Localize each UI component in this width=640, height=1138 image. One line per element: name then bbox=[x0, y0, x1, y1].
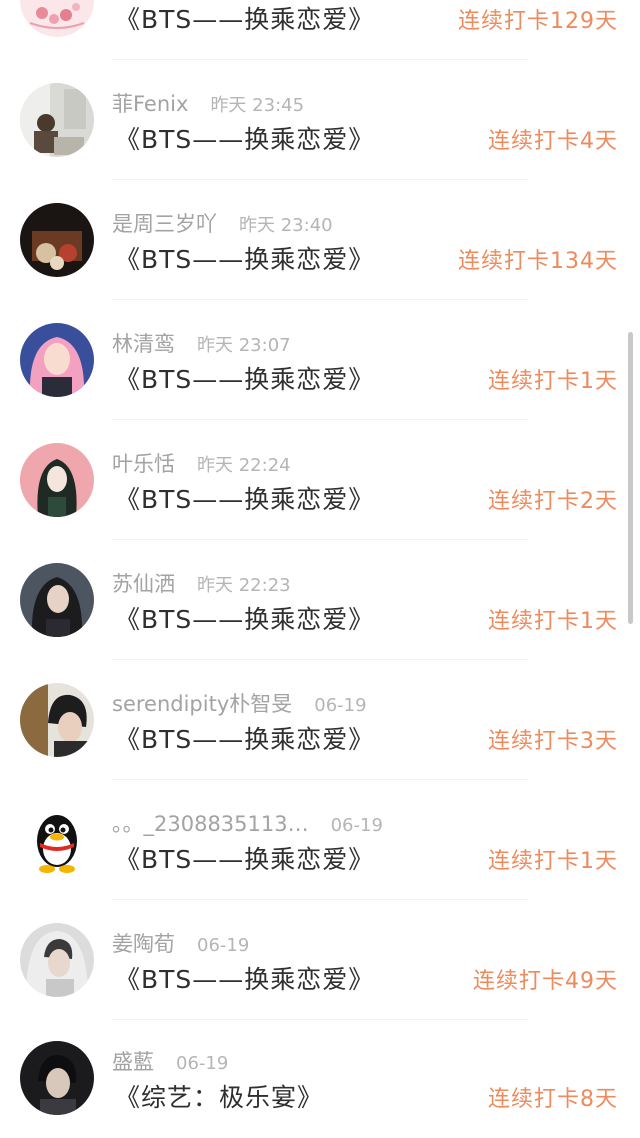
book-title[interactable]: 《综艺：极乐宴》 bbox=[115, 1080, 323, 1116]
entry-meta: 是周三岁吖 昨天 23:40 bbox=[112, 208, 333, 240]
list-item[interactable]: serendipity朴智旻 06-19 《BTS——换乘恋爱》 连续打卡3天 bbox=[0, 660, 640, 780]
streak-count: 连续打卡1天 bbox=[488, 849, 618, 874]
username[interactable]: 林清鸾 bbox=[112, 332, 175, 356]
entry-meta: 。。_2308835113… 06-19 bbox=[112, 808, 383, 840]
book-title[interactable]: 《BTS——换乘恋爱》 bbox=[115, 842, 374, 878]
anime-girl-avatar[interactable] bbox=[20, 443, 94, 517]
book-title[interactable]: 《BTS——换乘恋爱》 bbox=[115, 602, 374, 638]
username[interactable]: 是周三岁吖 bbox=[112, 212, 217, 236]
pink-hair-girl-avatar[interactable] bbox=[20, 323, 94, 397]
username[interactable]: 。。_2308835113… bbox=[112, 812, 309, 836]
timestamp: 昨天 23:40 bbox=[239, 215, 333, 236]
timestamp: 昨天 23:07 bbox=[197, 335, 291, 356]
username[interactable]: 苏仙洒 bbox=[112, 572, 175, 596]
book-title[interactable]: 《BTS——换乘恋爱》 bbox=[115, 722, 374, 758]
timestamp: 06-19 bbox=[197, 935, 250, 956]
book-title[interactable]: 《BTS——换乘恋爱》 bbox=[115, 962, 374, 998]
entry-meta: serendipity朴智旻 06-19 bbox=[112, 688, 367, 720]
young-man-avatar[interactable] bbox=[20, 683, 94, 757]
list-item[interactable]: 苏仙洒 昨天 22:23 《BTS——换乘恋爱》 连续打卡1天 bbox=[0, 540, 640, 660]
streak-count: 连续打卡8天 bbox=[488, 1087, 618, 1112]
streak-count: 连续打卡1天 bbox=[488, 369, 618, 394]
veiled-man-avatar[interactable] bbox=[20, 923, 94, 997]
pink-flower-avatar[interactable] bbox=[20, 0, 94, 37]
timestamp: 昨天 22:23 bbox=[197, 575, 291, 596]
streak-count: 连续打卡1天 bbox=[488, 609, 618, 634]
streak-count: 连续打卡49天 bbox=[473, 969, 618, 994]
timestamp: 06-19 bbox=[314, 695, 367, 716]
dark-photo-avatar[interactable] bbox=[20, 1041, 94, 1115]
streak-count: 连续打卡3天 bbox=[488, 729, 618, 754]
timestamp: 昨天 23:45 bbox=[210, 95, 305, 116]
book-title[interactable]: 《BTS——换乘恋爱》 bbox=[115, 242, 374, 278]
book-title[interactable]: 《BTS——换乘恋爱》 bbox=[115, 362, 374, 398]
entry-meta: 叶乐恬 昨天 22:24 bbox=[112, 448, 291, 480]
username[interactable]: 姜陶荀 bbox=[112, 932, 175, 956]
list-item[interactable]: 《BTS——换乘恋爱》 连续打卡129天 bbox=[0, 0, 640, 60]
username[interactable]: 盛藍 bbox=[112, 1050, 154, 1074]
username[interactable]: 叶乐恬 bbox=[112, 452, 175, 476]
entry-meta: 苏仙洒 昨天 22:23 bbox=[112, 568, 291, 600]
entry-meta: 盛藍 06-19 bbox=[112, 1046, 228, 1078]
book-title[interactable]: 《BTS——换乘恋爱》 bbox=[115, 2, 374, 38]
toy-bear-avatar[interactable] bbox=[20, 203, 94, 277]
streak-count: 连续打卡2天 bbox=[488, 489, 618, 514]
username[interactable]: serendipity朴智旻 bbox=[112, 692, 292, 716]
list-item[interactable]: 叶乐恬 昨天 22:24 《BTS——换乘恋爱》 连续打卡2天 bbox=[0, 420, 640, 540]
book-title[interactable]: 《BTS——换乘恋爱》 bbox=[115, 122, 374, 158]
entry-meta: 菲Fenix 昨天 23:45 bbox=[112, 88, 304, 120]
timestamp: 06-19 bbox=[176, 1053, 229, 1074]
book-title[interactable]: 《BTS——换乘恋爱》 bbox=[115, 482, 374, 518]
streak-count: 连续打卡129天 bbox=[458, 9, 618, 34]
list-item[interactable]: 姜陶荀 06-19 《BTS——换乘恋爱》 连续打卡49天 bbox=[0, 900, 640, 1020]
streak-count: 连续打卡4天 bbox=[488, 129, 618, 154]
scrollbar[interactable] bbox=[628, 332, 633, 624]
list-item[interactable]: 是周三岁吖 昨天 23:40 《BTS——换乘恋爱》 连续打卡134天 bbox=[0, 180, 640, 300]
check-in-list: 《BTS——换乘恋爱》 连续打卡129天 菲Fenix 昨天 23:45 《BTS… bbox=[0, 0, 640, 1128]
dark-hair-woman-avatar[interactable] bbox=[20, 563, 94, 637]
username[interactable]: 菲Fenix bbox=[112, 92, 188, 116]
timestamp: 06-19 bbox=[330, 815, 383, 836]
list-item[interactable]: 。。_2308835113… 06-19 《BTS——换乘恋爱》 连续打卡1天 bbox=[0, 780, 640, 900]
person-photo-avatar[interactable] bbox=[20, 83, 94, 157]
entry-meta: 林清鸾 昨天 23:07 bbox=[112, 328, 291, 360]
list-item[interactable]: 菲Fenix 昨天 23:45 《BTS——换乘恋爱》 连续打卡4天 bbox=[0, 60, 640, 180]
entry-meta: 姜陶荀 06-19 bbox=[112, 928, 249, 960]
list-item[interactable]: 林清鸾 昨天 23:07 《BTS——换乘恋爱》 连续打卡1天 bbox=[0, 300, 640, 420]
timestamp: 昨天 22:24 bbox=[197, 455, 291, 476]
streak-count: 连续打卡134天 bbox=[458, 249, 618, 274]
qq-penguin-avatar[interactable] bbox=[20, 803, 94, 877]
list-item[interactable]: 盛藍 06-19 《综艺：极乐宴》 连续打卡8天 bbox=[0, 1018, 640, 1138]
